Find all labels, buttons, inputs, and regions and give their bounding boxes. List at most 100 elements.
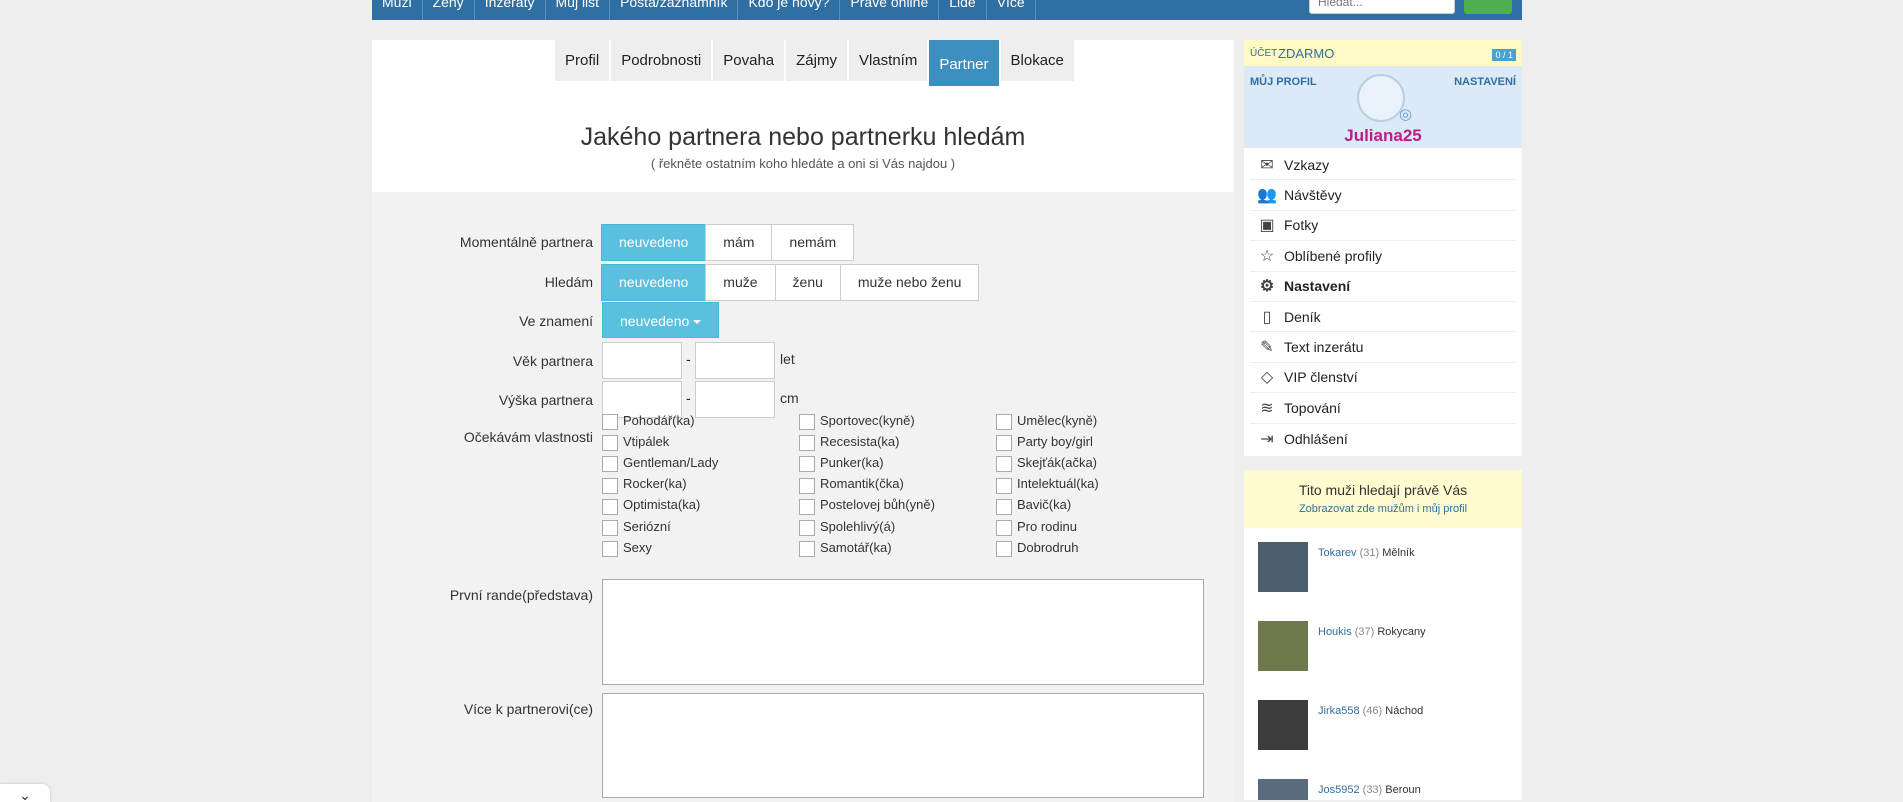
checkbox-box[interactable] bbox=[602, 498, 618, 515]
checkbox-box[interactable] bbox=[799, 477, 815, 494]
tab-podrobnosti[interactable]: Podrobnosti bbox=[611, 40, 712, 81]
menu-item-envelope[interactable]: ✉ Vzkazy bbox=[1250, 150, 1516, 181]
trait-checkbox[interactable]: Pro rodinu bbox=[996, 516, 1077, 536]
hledam-option-button[interactable]: neuvedeno bbox=[601, 264, 707, 301]
person-photo[interactable] bbox=[1258, 778, 1308, 800]
trait-checkbox[interactable]: Rocker(ka) bbox=[602, 474, 687, 494]
person-row[interactable]: Jirka558 (46) Náchod bbox=[1258, 699, 1423, 750]
momentalne-option-button[interactable]: mám bbox=[705, 224, 773, 261]
top-nav-item[interactable]: Více bbox=[987, 0, 1036, 20]
checkbox-box[interactable] bbox=[799, 520, 815, 536]
checkbox-box[interactable] bbox=[996, 435, 1012, 452]
checkbox-box[interactable] bbox=[602, 477, 618, 494]
trait-checkbox[interactable]: Skejťák(ačka) bbox=[996, 452, 1097, 473]
search-button[interactable] bbox=[1464, 0, 1512, 14]
trait-checkbox[interactable]: Dobrodruh bbox=[996, 537, 1078, 558]
my-profile-link[interactable]: MŮJ PROFIL bbox=[1250, 76, 1317, 88]
trait-checkbox[interactable]: Spolehlivý(á) bbox=[799, 516, 895, 536]
tab-povaha[interactable]: Povaha bbox=[713, 40, 785, 81]
prvni-rande-textarea[interactable] bbox=[602, 579, 1204, 685]
tab-partner[interactable]: Partner bbox=[929, 40, 999, 86]
person-name[interactable]: Jirka558 bbox=[1318, 705, 1360, 717]
checkbox-box[interactable] bbox=[799, 498, 815, 515]
menu-item-diamond[interactable]: ◇ VIP členství bbox=[1250, 363, 1516, 394]
checkbox-box[interactable] bbox=[996, 414, 1012, 430]
checkbox-box[interactable] bbox=[996, 498, 1012, 515]
person-row[interactable]: Jos5952 (33) Beroun bbox=[1258, 778, 1421, 800]
avatar[interactable] bbox=[1357, 74, 1405, 122]
top-nav-item[interactable]: Ženy bbox=[423, 0, 475, 20]
checkbox-box[interactable] bbox=[996, 520, 1012, 536]
trait-checkbox[interactable]: Party boy/girl bbox=[996, 431, 1093, 452]
trait-checkbox[interactable]: Pohodář(ka) bbox=[602, 410, 695, 430]
momentalne-option-button[interactable]: neuvedeno bbox=[601, 224, 707, 261]
checkbox-box[interactable] bbox=[602, 414, 618, 430]
person-name[interactable]: Jos5952 bbox=[1318, 784, 1360, 796]
vice-textarea[interactable] bbox=[602, 693, 1204, 798]
chevron-down-icon[interactable]: ⌄ bbox=[0, 784, 50, 802]
checkbox-box[interactable] bbox=[799, 414, 815, 430]
trait-checkbox[interactable]: Recesista(ka) bbox=[799, 431, 899, 452]
znameni-dropdown[interactable]: neuvedeno bbox=[602, 302, 720, 338]
trait-checkbox[interactable]: Sportovec(kyně) bbox=[799, 410, 915, 430]
trait-checkbox[interactable]: Punker(ka) bbox=[799, 452, 884, 473]
person-name[interactable]: Tokarev bbox=[1318, 547, 1357, 559]
menu-item-photos[interactable]: ▣ Fotky bbox=[1250, 211, 1516, 242]
tab-vlastním[interactable]: Vlastním bbox=[848, 40, 928, 81]
trait-checkbox[interactable]: Umělec(kyně) bbox=[996, 410, 1097, 430]
top-nav-item[interactable]: Muži bbox=[372, 0, 423, 20]
person-photo[interactable] bbox=[1258, 620, 1308, 671]
person-row[interactable]: Houkis (37) Rokycany bbox=[1258, 620, 1426, 671]
top-nav-item[interactable]: Pošta/zaznamník bbox=[610, 0, 739, 20]
top-nav-item[interactable]: Lidé bbox=[939, 0, 987, 20]
person-name[interactable]: Houkis bbox=[1318, 626, 1352, 638]
vyska-to-input[interactable] bbox=[695, 381, 775, 418]
checkbox-box[interactable] bbox=[799, 456, 815, 473]
account-plan-link[interactable]: ZDARMO bbox=[1278, 46, 1334, 61]
top-nav-item[interactable]: Můj list bbox=[546, 0, 611, 20]
menu-item-logout[interactable]: ⇥ Odhlášení bbox=[1250, 424, 1516, 454]
username[interactable]: Juliana25 bbox=[1244, 126, 1522, 146]
trait-checkbox[interactable]: Vtipálek bbox=[602, 431, 669, 452]
menu-item-diary[interactable]: ▯ Deník bbox=[1250, 302, 1516, 333]
checkbox-box[interactable] bbox=[799, 541, 815, 558]
looking-link[interactable]: Zobrazovat zde mužům i můj profil bbox=[1244, 503, 1522, 515]
checkbox-box[interactable] bbox=[799, 435, 815, 452]
vek-to-input[interactable] bbox=[695, 342, 775, 379]
trait-checkbox[interactable]: Seriózní bbox=[602, 516, 671, 536]
checkbox-box[interactable] bbox=[602, 520, 618, 536]
top-nav-item[interactable]: Právě online bbox=[840, 0, 940, 20]
hledam-option-button[interactable]: ženu bbox=[774, 264, 841, 301]
momentalne-option-button[interactable]: nemám bbox=[771, 224, 855, 261]
menu-item-star[interactable]: ☆ Oblíbené profily bbox=[1250, 241, 1516, 272]
menu-item-users[interactable]: 👥 Návštěvy bbox=[1250, 180, 1516, 211]
tab-blokace[interactable]: Blokace bbox=[1000, 40, 1074, 81]
tab-profil[interactable]: Profil bbox=[555, 40, 610, 81]
vek-from-input[interactable] bbox=[602, 342, 682, 379]
trait-checkbox[interactable]: Bavič(ka) bbox=[996, 495, 1071, 515]
hledam-option-button[interactable]: muže bbox=[705, 264, 776, 301]
checkbox-box[interactable] bbox=[602, 541, 618, 558]
checkbox-box[interactable] bbox=[996, 541, 1012, 558]
trait-checkbox[interactable]: Gentleman/Lady bbox=[602, 452, 718, 473]
search-input[interactable]: Hledat... bbox=[1309, 0, 1455, 14]
person-photo[interactable] bbox=[1258, 541, 1308, 592]
person-row[interactable]: Tokarev (31) Mělník bbox=[1258, 541, 1415, 592]
tab-zájmy[interactable]: Zájmy bbox=[786, 40, 847, 81]
trait-checkbox[interactable]: Postelovej bůh(yně) bbox=[799, 495, 935, 515]
checkbox-box[interactable] bbox=[996, 456, 1012, 473]
trait-checkbox[interactable]: Samotář(ka) bbox=[799, 537, 892, 558]
top-nav-item[interactable]: Inzeráty bbox=[475, 0, 546, 20]
menu-item-edit[interactable]: ✎ Text inzerátu bbox=[1250, 332, 1516, 363]
top-nav-item[interactable]: Kdo je novy? bbox=[738, 0, 841, 20]
checkbox-box[interactable] bbox=[602, 456, 618, 473]
checkbox-box[interactable] bbox=[602, 435, 618, 452]
trait-checkbox[interactable]: Optimista(ka) bbox=[602, 495, 700, 515]
hledam-option-button[interactable]: muže nebo ženu bbox=[839, 264, 980, 301]
trait-checkbox[interactable]: Romantik(čka) bbox=[799, 474, 904, 494]
person-photo[interactable] bbox=[1258, 699, 1308, 750]
settings-link[interactable]: NASTAVENÍ bbox=[1454, 76, 1516, 88]
trait-checkbox[interactable]: Intelektuál(ka) bbox=[996, 474, 1099, 494]
menu-item-top[interactable]: ≋ Topování bbox=[1250, 393, 1516, 424]
trait-checkbox[interactable]: Sexy bbox=[602, 537, 652, 558]
